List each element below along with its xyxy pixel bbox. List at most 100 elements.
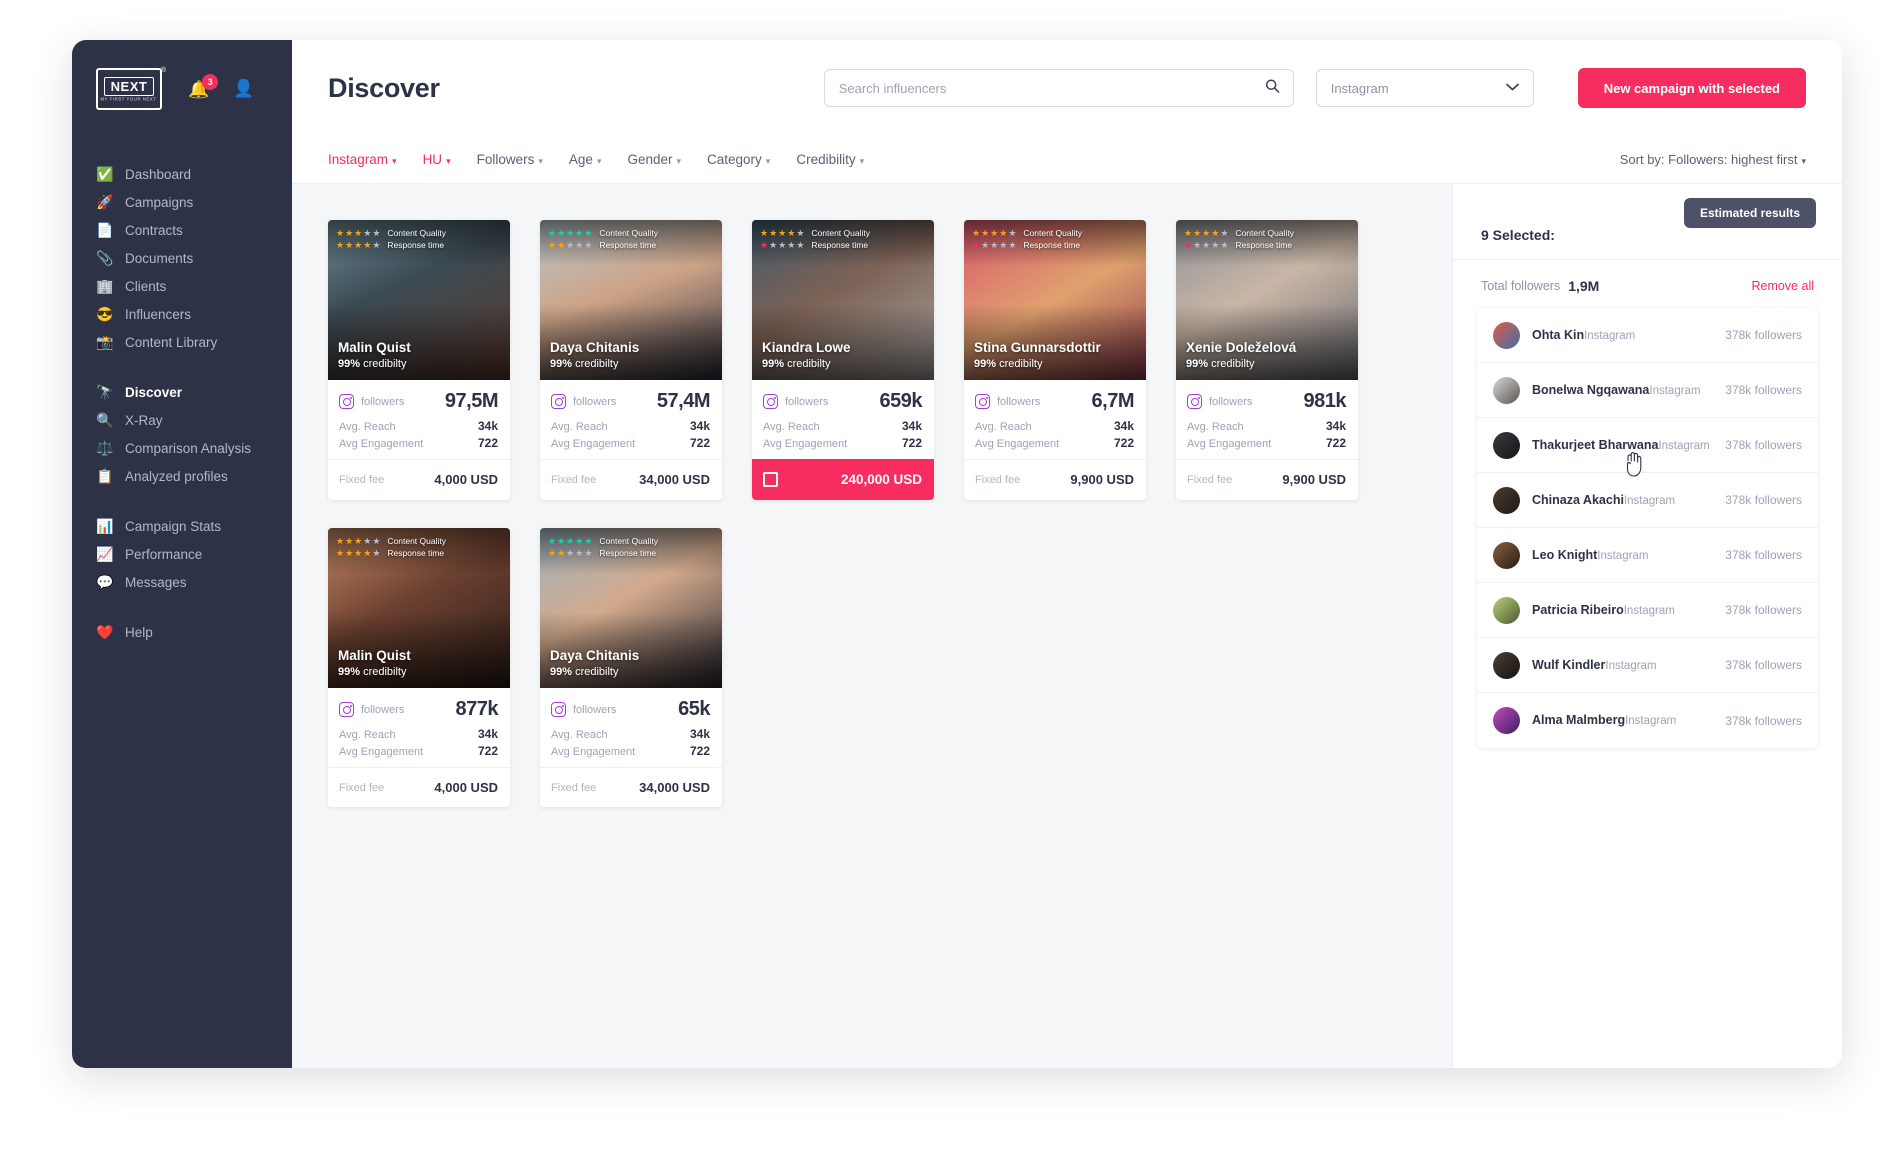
search-input[interactable] [823,69,1294,107]
card-avg-engagement-label: Avg Engagement [339,438,424,450]
filter-credibility[interactable]: Credibility ▾ [796,152,864,167]
filter-followers[interactable]: Followers ▾ [477,152,543,167]
card-fee[interactable]: Fixed fee 34,000 USD [540,459,722,499]
card-avg-reach-label: Avg. Reach [763,421,820,433]
filter-instagram[interactable]: Instagram ▾ [328,152,397,167]
influencer-card[interactable]: ★ ★ ★ ★ ★ Content Quality ★ ★ ★ ★ ★ Response time Da… [540,220,722,500]
sidebar-item-documents[interactable]: 📎 Documents [72,244,292,272]
selected-influencer-row[interactable]: Chinaza AkachiInstagram 378k followers [1477,473,1818,528]
card-photo[interactable]: ★ ★ ★ ★ ★ Content Quality ★ ★ ★ ★ ★ Response time Ki… [752,220,934,380]
avatar [1493,651,1520,679]
sidebar-item-influencers[interactable]: 😎 Influencers [72,300,292,328]
card-avg-reach-label: Avg. Reach [1187,421,1244,433]
filter-age[interactable]: Age ▾ [569,152,602,167]
card-influencer-name: Kiandra Lowe [762,340,851,356]
influencer-card[interactable]: ★ ★ ★ ★ ★ Content Quality ★ ★ ★ ★ ★ Response time Da… [540,528,722,807]
platform-select[interactable]: Instagram [1315,69,1534,107]
card-fee-selected[interactable]: 240,000 USD [752,459,934,500]
content-quality-stars: ★ ★ ★ ★ ★ [548,227,592,238]
star-icon: ★ [557,547,566,558]
sort-by-dropdown[interactable]: Sort by: Followers: highest first ▾ [1620,152,1806,167]
star-icon: ★ [345,227,354,238]
card-photo[interactable]: ★ ★ ★ ★ ★ Content Quality ★ ★ ★ ★ ★ Response time Xe… [1176,220,1358,380]
search-icon[interactable] [1265,79,1280,98]
card-avg-engagement-value: 722 [1325,436,1346,450]
star-icon: ★ [575,227,584,238]
filter-country[interactable]: HU ▾ [423,152,451,167]
sidebar-item-contracts[interactable]: 📄 Contracts [72,216,292,244]
filter-gender[interactable]: Gender ▾ [627,152,681,167]
main-content: Discover Instagram New campaign with sel… [292,40,1842,1068]
sidebar-item-campaign-stats[interactable]: 📊 Campaign Stats [72,512,292,540]
sidebar-item-dashboard[interactable]: ✅ Dashboard [72,160,292,188]
influencer-card[interactable]: ★ ★ ★ ★ ★ Content Quality ★ ★ ★ ★ ★ Response time Ki… [752,220,934,500]
card-influencer-name: Malin Quist [338,648,411,664]
influencer-card[interactable]: ★ ★ ★ ★ ★ Content Quality ★ ★ ★ ★ ★ Response time Xe… [1176,220,1358,500]
estimated-results-button[interactable]: Estimated results [1683,198,1816,228]
sidebar-item-xray[interactable]: 🔍 X-Ray [72,406,292,434]
card-ratings: ★ ★ ★ ★ ★ Content Quality ★ ★ ★ ★ ★ Response time [336,228,446,252]
filter-label: Credibility [796,152,856,167]
card-fee[interactable]: Fixed fee 4,000 USD [328,459,510,499]
card-fee-value: 240,000 USD [840,472,922,487]
star-icon: ★ [787,239,796,250]
sidebar-item-performance[interactable]: 📈 Performance [72,540,292,568]
search-influencers[interactable] [823,69,1294,107]
sidebar-item-analyzed-profiles[interactable]: 📋 Analyzed profiles [72,462,292,490]
total-followers-label: Total followers [1481,279,1561,293]
card-avg-engagement-row: Avg Engagement 722 [551,436,710,450]
card-fee[interactable]: Fixed fee 4,000 USD [328,767,510,807]
response-time-stars: ★ ★ ★ ★ ★ [336,548,380,558]
app-logo[interactable]: ® NEXT MY FIRST YOUR NEXT [96,67,166,110]
response-time-rating: ★ ★ ★ ★ ★ Response time [972,240,1082,250]
card-photo[interactable]: ★ ★ ★ ★ ★ Content Quality ★ ★ ★ ★ ★ Response time Da… [540,528,722,688]
influencer-card[interactable]: ★ ★ ★ ★ ★ Content Quality ★ ★ ★ ★ ★ Response time Ma… [328,528,510,807]
card-avg-engagement-value: 722 [1113,436,1134,450]
response-time-rating: ★ ★ ★ ★ ★ Response time [548,240,658,250]
card-fee-label: Fixed fee [551,781,597,794]
selected-influencer-row[interactable]: Leo KnightInstagram 378k followers [1477,528,1818,583]
selected-influencer-row[interactable]: Thakurjeet BharwanaInstagram 378k followe… [1477,418,1818,477]
sidebar-item-content-library[interactable]: 📸 Content Library [72,328,292,356]
response-time-rating: ★ ★ ★ ★ ★ Response time [548,548,658,558]
card-fee[interactable]: Fixed fee 9,900 USD [1176,459,1358,499]
card-avg-engagement-value: 722 [689,744,710,758]
card-fee[interactable]: Fixed fee 9,900 USD [964,459,1146,499]
card-photo[interactable]: ★ ★ ★ ★ ★ Content Quality ★ ★ ★ ★ ★ Response time St… [964,220,1146,380]
selected-influencer-row[interactable]: Bonelwa NgqawanaInstagram 378k followers [1477,363,1818,418]
sidebar-item-help[interactable]: ❤️ Help [72,618,292,646]
selected-influencer-row[interactable]: Ohta KinInstagram 378k followers [1477,308,1818,363]
card-photo[interactable]: ★ ★ ★ ★ ★ Content Quality ★ ★ ★ ★ ★ Response time Ma… [328,528,510,688]
filter-label: Age [568,152,593,167]
card-checkbox[interactable] [763,472,778,487]
card-photo[interactable]: ★ ★ ★ ★ ★ Content Quality ★ ★ ★ ★ ★ Response time Ma… [328,220,510,380]
sidebar-item-discover[interactable]: 🔭 Discover [72,378,292,406]
card-fee[interactable]: Fixed fee 34,000 USD [540,767,722,807]
new-campaign-button[interactable]: New campaign with selected [1577,68,1806,108]
sidebar-item-clients[interactable]: 🏢 Clients [72,272,292,300]
card-stats: followers 981k Avg. Reach 34k Avg Engagement… [1176,380,1358,459]
sidebar-item-campaigns[interactable]: 🚀 Campaigns [72,188,292,216]
star-icon: ★ [778,239,787,250]
speech-bubble-icon: 💬 [96,574,114,590]
card-credibility: 99% credibilty [974,358,1043,370]
card-avg-reach-row: Avg. Reach 34k [975,419,1134,433]
card-fee-value: 34,000 USD [639,780,710,795]
influencer-card[interactable]: ★ ★ ★ ★ ★ Content Quality ★ ★ ★ ★ ★ Response time St… [964,220,1146,500]
selected-influencer-row[interactable]: Wulf KindlerInstagram 378k followers [1477,638,1818,693]
card-influencer-name: Malin Quist [338,340,411,356]
filter-category[interactable]: Category ▾ [707,152,770,167]
remove-all-button[interactable]: Remove all [1751,279,1814,293]
sidebar-item-comparison-analysis[interactable]: ⚖️ Comparison Analysis [72,434,292,462]
notifications-button[interactable]: 🔔 3 [188,73,219,98]
influencer-card[interactable]: ★ ★ ★ ★ ★ Content Quality ★ ★ ★ ★ ★ Response time Ma… [328,220,510,500]
logo-tagline: MY FIRST YOUR NEXT [100,97,158,102]
selected-influencer-row[interactable]: Alma MalmbergInstagram 378k followers [1477,693,1818,748]
card-stats: followers 57,4M Avg. Reach 34k Avg Engagemen… [540,380,722,459]
selected-influencer-row[interactable]: Patricia RibeiroInstagram 378k followers [1477,583,1818,638]
user-icon[interactable]: 👤 [233,79,254,99]
sidebar-item-messages[interactable]: 💬 Messages [72,568,292,596]
instagram-icon [1187,394,1202,409]
influencer-grid-pane: ★ ★ ★ ★ ★ Content Quality ★ ★ ★ ★ ★ Response time Ma… [292,184,1452,1068]
card-photo[interactable]: ★ ★ ★ ★ ★ Content Quality ★ ★ ★ ★ ★ Response time Da… [540,220,722,380]
